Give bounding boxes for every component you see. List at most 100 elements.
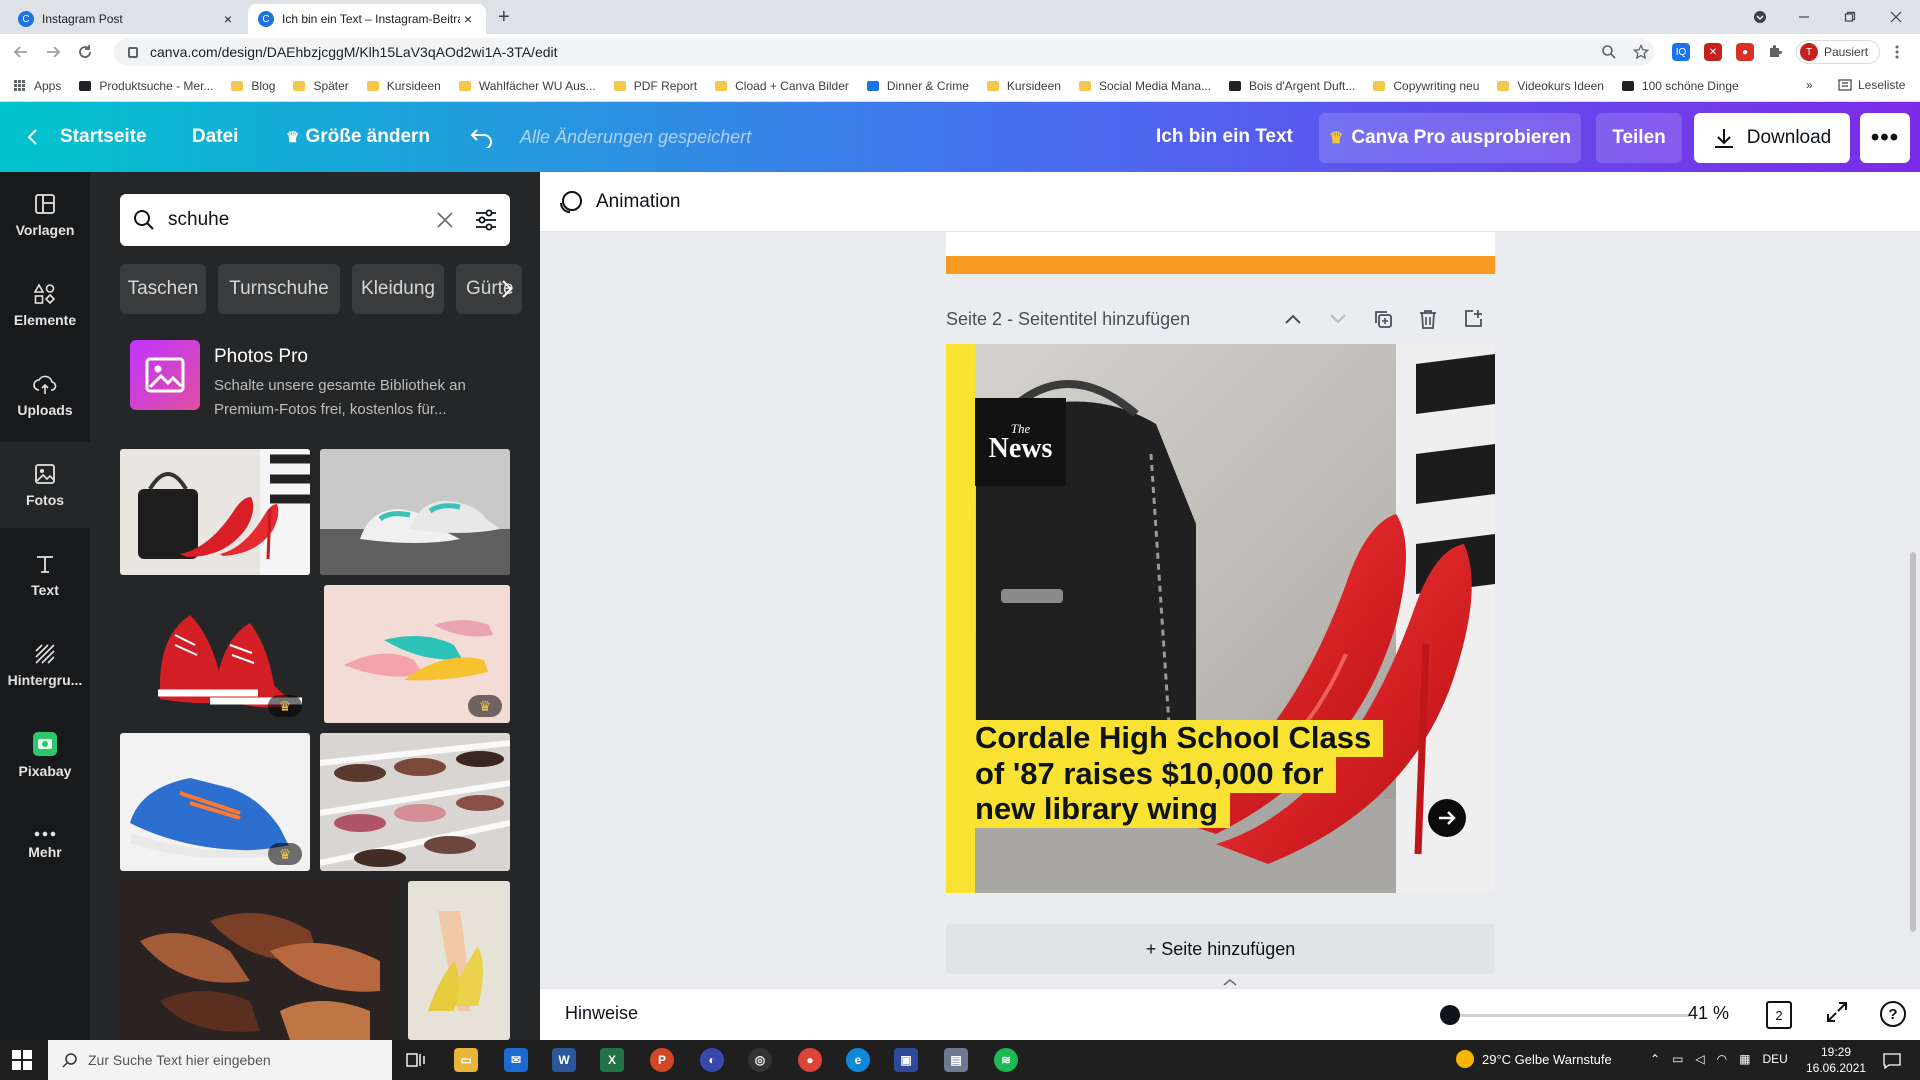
- clear-search-icon[interactable]: [436, 211, 454, 229]
- tab-search-icon[interactable]: [1740, 4, 1780, 30]
- photo-thumbnail-shoe-shelf[interactable]: [320, 733, 510, 871]
- add-page-button[interactable]: + Seite hinzufügen: [946, 924, 1495, 974]
- bookmark-item[interactable]: PDF Report: [613, 79, 697, 93]
- browser-menu-icon[interactable]: [1888, 43, 1906, 61]
- extension-red-icon[interactable]: ✕: [1704, 43, 1722, 61]
- delete-page-icon[interactable]: [1405, 309, 1450, 329]
- move-page-up-icon[interactable]: [1270, 314, 1315, 324]
- zoom-magnifier-icon[interactable]: [1600, 43, 1618, 61]
- extension-badge-icon[interactable]: ●: [1736, 43, 1754, 61]
- download-button[interactable]: Download: [1694, 113, 1850, 163]
- bookmark-item[interactable]: Apps: [14, 79, 61, 93]
- tray-volume-icon[interactable]: ◁: [1695, 1052, 1704, 1066]
- photo-thumbnail-yellow-heels[interactable]: [408, 881, 510, 1040]
- tray-keyboard-icon[interactable]: ▦: [1739, 1052, 1750, 1066]
- rail-item-text[interactable]: Text: [0, 532, 90, 618]
- powerpoint-icon[interactable]: P: [650, 1048, 674, 1072]
- search-input[interactable]: [168, 209, 436, 231]
- app-window-icon[interactable]: ▣: [894, 1048, 918, 1072]
- news-logo[interactable]: The News: [975, 398, 1066, 486]
- rail-item-more[interactable]: Mehr: [0, 802, 90, 888]
- photo-thumbnail-blue-running-shoes[interactable]: ♛: [120, 733, 310, 871]
- rail-item-background[interactable]: Hintergru...: [0, 622, 90, 708]
- url-input[interactable]: canva.com/design/DAEhbzjcggM/Klh15LaV3qA…: [114, 38, 1654, 66]
- filter-sliders-icon[interactable]: [474, 209, 498, 231]
- vertical-scrollbar[interactable]: [1906, 232, 1920, 988]
- rail-item-uploads[interactable]: Uploads: [0, 352, 90, 438]
- rail-item-elements[interactable]: Elemente: [0, 262, 90, 348]
- file-explorer-icon[interactable]: ▭: [454, 1048, 478, 1072]
- close-tab-icon[interactable]: ×: [220, 11, 236, 27]
- rail-item-pixabay[interactable]: Pixabay: [0, 712, 90, 798]
- reading-list-button[interactable]: Leseliste: [1838, 78, 1905, 92]
- reload-icon[interactable]: [72, 40, 98, 64]
- zoom-slider-handle[interactable]: [1440, 1005, 1460, 1025]
- add-page-icon[interactable]: [1450, 309, 1495, 329]
- bookmark-item[interactable]: Dinner & Crime: [866, 79, 969, 93]
- windows-start-icon[interactable]: [12, 1050, 32, 1070]
- file-menu-button[interactable]: Datei: [192, 102, 238, 172]
- word-icon[interactable]: W: [552, 1048, 576, 1072]
- weather-widget[interactable]: 29°C Gelbe Warnstufe: [1456, 1050, 1612, 1068]
- more-bookmarks-button[interactable]: »: [1806, 78, 1813, 92]
- help-icon[interactable]: ?: [1880, 1001, 1906, 1027]
- bookmark-star-icon[interactable]: [1632, 43, 1650, 61]
- scrollbar-thumb[interactable]: [1910, 552, 1916, 932]
- fullscreen-icon[interactable]: [1826, 1001, 1848, 1023]
- expand-notes-chevron-icon[interactable]: [1220, 976, 1240, 988]
- animation-button[interactable]: Animation: [558, 189, 681, 215]
- bookmark-item[interactable]: Später: [293, 79, 349, 93]
- more-options-button[interactable]: •••: [1860, 113, 1910, 163]
- taskbar-clock[interactable]: 19:29 16.06.2021: [1806, 1044, 1866, 1076]
- language-indicator[interactable]: DEU: [1762, 1052, 1787, 1066]
- bookmark-item[interactable]: Kursideen: [366, 79, 441, 93]
- browser-tab-instagram-post[interactable]: C Instagram Post ×: [8, 4, 246, 34]
- headline-text[interactable]: Cordale High School Class of '87 raises …: [975, 720, 1384, 828]
- bookmark-item[interactable]: Copywriting neu: [1373, 79, 1479, 93]
- task-view-icon[interactable]: [404, 1048, 428, 1072]
- extensions-puzzle-icon[interactable]: [1766, 43, 1784, 61]
- rail-item-templates[interactable]: Vorlagen: [0, 172, 90, 258]
- try-canva-pro-button[interactable]: ♛ Canva Pro ausprobieren: [1319, 113, 1581, 163]
- minimize-window-icon[interactable]: [1784, 4, 1824, 30]
- yellow-accent-stripe[interactable]: [946, 344, 975, 893]
- zoom-slider[interactable]: [1444, 1014, 1690, 1017]
- photo-thumbnail-red-sneakers[interactable]: ♛: [120, 585, 310, 723]
- design-title[interactable]: Ich bin ein Text: [1156, 102, 1293, 172]
- tray-network-icon[interactable]: ▭: [1672, 1052, 1683, 1066]
- bookmark-item[interactable]: Blog: [231, 79, 275, 93]
- edge-icon[interactable]: e: [846, 1048, 870, 1072]
- design-artboard[interactable]: The News Cordale High School Class of '8…: [946, 344, 1495, 893]
- chip-kleidung[interactable]: Kleidung: [352, 264, 444, 314]
- bookmark-item[interactable]: Social Media Mana...: [1078, 79, 1211, 93]
- page-grid-button[interactable]: 2: [1766, 1001, 1792, 1029]
- photo-search-box[interactable]: [120, 194, 510, 246]
- photos-pro-promo[interactable]: Photos Pro Schalte unsere gesamte Biblio…: [130, 340, 530, 420]
- chevron-right-icon[interactable]: [492, 264, 522, 314]
- notification-icon[interactable]: [1880, 1049, 1904, 1073]
- tray-chevron-icon[interactable]: ⌃: [1650, 1052, 1660, 1066]
- extension-iq-icon[interactable]: IQ: [1672, 43, 1690, 61]
- bookmark-item[interactable]: Bois d'Argent Duft...: [1229, 79, 1355, 93]
- app-icon[interactable]: ◐: [700, 1048, 724, 1072]
- zoom-level[interactable]: 41 %: [1688, 1003, 1729, 1024]
- excel-icon[interactable]: X: [600, 1048, 624, 1072]
- photo-thumbnail-colorful-heels[interactable]: ♛: [324, 585, 510, 723]
- photo-thumbnail-leather-shoes[interactable]: [120, 881, 398, 1040]
- undo-button[interactable]: [470, 102, 494, 172]
- bookmark-item[interactable]: Kursideen: [986, 79, 1061, 93]
- page-title[interactable]: Seite 2 - Seitentitel hinzufügen: [946, 309, 1270, 330]
- bookmark-item[interactable]: Wahlfächer WU Aus...: [458, 79, 596, 93]
- rail-item-photos[interactable]: Fotos: [0, 442, 90, 528]
- browser-tab-current[interactable]: C Ich bin ein Text – Instagram-Beitrag ×: [248, 4, 486, 34]
- arrow-right-icon[interactable]: [1428, 799, 1466, 837]
- chip-taschen[interactable]: Taschen: [120, 264, 206, 314]
- bookmark-item[interactable]: 100 schöne Dinge: [1621, 79, 1739, 93]
- bookmark-item[interactable]: Cload + Canva Bilder: [715, 79, 849, 93]
- bookmark-item[interactable]: Produktsuche - Mer...: [79, 79, 213, 93]
- previous-page-bottom[interactable]: [946, 232, 1495, 274]
- chip-turnschuhe[interactable]: Turnschuhe: [218, 264, 340, 314]
- share-button[interactable]: Teilen: [1596, 113, 1682, 163]
- close-tab-icon[interactable]: ×: [460, 11, 476, 27]
- restore-window-icon[interactable]: [1830, 4, 1870, 30]
